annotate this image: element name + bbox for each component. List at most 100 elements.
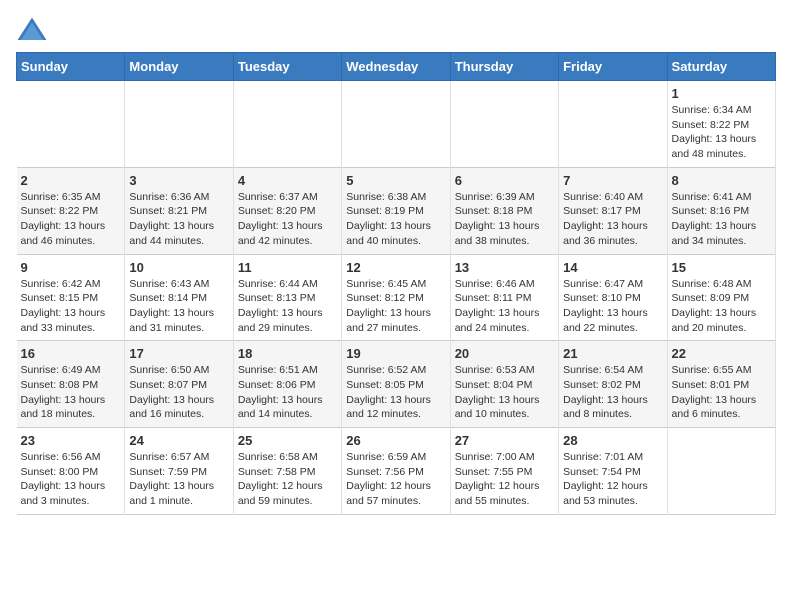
day-number: 18 bbox=[238, 346, 337, 361]
day-number: 2 bbox=[21, 173, 121, 188]
day-info: Sunrise: 6:39 AM Sunset: 8:18 PM Dayligh… bbox=[455, 190, 554, 249]
day-number: 8 bbox=[672, 173, 771, 188]
day-number: 4 bbox=[238, 173, 337, 188]
day-cell: 23 Sunrise: 6:56 AM Sunset: 8:00 PM Dayli… bbox=[17, 428, 125, 515]
day-cell: 3 Sunrise: 6:36 AM Sunset: 8:21 PM Daylig… bbox=[125, 167, 233, 254]
day-cell: 20 Sunrise: 6:53 AM Sunset: 8:04 PM Dayli… bbox=[450, 341, 558, 428]
day-cell: 10 Sunrise: 6:43 AM Sunset: 8:14 PM Dayli… bbox=[125, 254, 233, 341]
day-cell: 28Sunrise: 7:01 AM Sunset: 7:54 PM Dayli… bbox=[559, 428, 667, 515]
day-info: Sunrise: 6:59 AM Sunset: 7:56 PM Dayligh… bbox=[346, 450, 445, 509]
day-number: 11 bbox=[238, 260, 337, 275]
day-cell: 27 Sunrise: 7:00 AM Sunset: 7:55 PM Dayli… bbox=[450, 428, 558, 515]
day-cell: 18 Sunrise: 6:51 AM Sunset: 8:06 PM Dayli… bbox=[233, 341, 341, 428]
day-info: Sunrise: 6:54 AM Sunset: 8:02 PM Dayligh… bbox=[563, 363, 662, 422]
week-row-3: 16 Sunrise: 6:49 AM Sunset: 8:08 PM Dayli… bbox=[17, 341, 776, 428]
day-cell: 2 Sunrise: 6:35 AM Sunset: 8:22 PM Daylig… bbox=[17, 167, 125, 254]
day-info: Sunrise: 6:44 AM Sunset: 8:13 PM Dayligh… bbox=[238, 277, 337, 336]
day-info: Sunrise: 6:37 AM Sunset: 8:20 PM Dayligh… bbox=[238, 190, 337, 249]
day-cell: 1Sunrise: 6:34 AM Sunset: 8:22 PM Daylig… bbox=[667, 81, 775, 168]
day-number: 6 bbox=[455, 173, 554, 188]
day-info: Sunrise: 6:58 AM Sunset: 7:58 PM Dayligh… bbox=[238, 450, 337, 509]
day-cell: 8 Sunrise: 6:41 AM Sunset: 8:16 PM Daylig… bbox=[667, 167, 775, 254]
day-number: 23 bbox=[21, 433, 121, 448]
header-row: SundayMondayTuesdayWednesdayThursdayFrid… bbox=[17, 53, 776, 81]
week-row-0: 1Sunrise: 6:34 AM Sunset: 8:22 PM Daylig… bbox=[17, 81, 776, 168]
day-cell: 12 Sunrise: 6:45 AM Sunset: 8:12 PM Dayli… bbox=[342, 254, 450, 341]
day-info: Sunrise: 6:49 AM Sunset: 8:08 PM Dayligh… bbox=[21, 363, 121, 422]
header-friday: Friday bbox=[559, 53, 667, 81]
day-number: 24 bbox=[129, 433, 228, 448]
day-cell: 22 Sunrise: 6:55 AM Sunset: 8:01 PM Dayli… bbox=[667, 341, 775, 428]
logo bbox=[16, 16, 52, 44]
day-info: Sunrise: 7:00 AM Sunset: 7:55 PM Dayligh… bbox=[455, 450, 554, 509]
day-cell: 24 Sunrise: 6:57 AM Sunset: 7:59 PM Dayli… bbox=[125, 428, 233, 515]
day-cell: 13 Sunrise: 6:46 AM Sunset: 8:11 PM Dayli… bbox=[450, 254, 558, 341]
day-info: Sunrise: 6:56 AM Sunset: 8:00 PM Dayligh… bbox=[21, 450, 121, 509]
week-row-1: 2 Sunrise: 6:35 AM Sunset: 8:22 PM Daylig… bbox=[17, 167, 776, 254]
header-tuesday: Tuesday bbox=[233, 53, 341, 81]
day-cell: 4 Sunrise: 6:37 AM Sunset: 8:20 PM Daylig… bbox=[233, 167, 341, 254]
day-cell bbox=[450, 81, 558, 168]
day-number: 14 bbox=[563, 260, 662, 275]
day-number: 27 bbox=[455, 433, 554, 448]
day-number: 10 bbox=[129, 260, 228, 275]
day-number: 12 bbox=[346, 260, 445, 275]
day-number: 9 bbox=[21, 260, 121, 275]
day-cell bbox=[559, 81, 667, 168]
day-info: Sunrise: 6:55 AM Sunset: 8:01 PM Dayligh… bbox=[672, 363, 771, 422]
day-number: 16 bbox=[21, 346, 121, 361]
calendar-table: SundayMondayTuesdayWednesdayThursdayFrid… bbox=[16, 52, 776, 515]
day-info: Sunrise: 7:01 AM Sunset: 7:54 PM Dayligh… bbox=[563, 450, 662, 509]
day-info: Sunrise: 6:41 AM Sunset: 8:16 PM Dayligh… bbox=[672, 190, 771, 249]
day-info: Sunrise: 6:45 AM Sunset: 8:12 PM Dayligh… bbox=[346, 277, 445, 336]
day-number: 13 bbox=[455, 260, 554, 275]
header-monday: Monday bbox=[125, 53, 233, 81]
day-number: 22 bbox=[672, 346, 771, 361]
day-info: Sunrise: 6:35 AM Sunset: 8:22 PM Dayligh… bbox=[21, 190, 121, 249]
day-cell: 19 Sunrise: 6:52 AM Sunset: 8:05 PM Dayli… bbox=[342, 341, 450, 428]
day-info: Sunrise: 6:46 AM Sunset: 8:11 PM Dayligh… bbox=[455, 277, 554, 336]
calendar-body: 1Sunrise: 6:34 AM Sunset: 8:22 PM Daylig… bbox=[17, 81, 776, 515]
day-info: Sunrise: 6:53 AM Sunset: 8:04 PM Dayligh… bbox=[455, 363, 554, 422]
logo-icon bbox=[16, 16, 48, 44]
day-cell bbox=[17, 81, 125, 168]
day-cell bbox=[125, 81, 233, 168]
day-cell: 16 Sunrise: 6:49 AM Sunset: 8:08 PM Dayli… bbox=[17, 341, 125, 428]
day-info: Sunrise: 6:57 AM Sunset: 7:59 PM Dayligh… bbox=[129, 450, 228, 509]
week-row-4: 23 Sunrise: 6:56 AM Sunset: 8:00 PM Dayli… bbox=[17, 428, 776, 515]
calendar-header: SundayMondayTuesdayWednesdayThursdayFrid… bbox=[17, 53, 776, 81]
day-info: Sunrise: 6:38 AM Sunset: 8:19 PM Dayligh… bbox=[346, 190, 445, 249]
day-cell: 21 Sunrise: 6:54 AM Sunset: 8:02 PM Dayli… bbox=[559, 341, 667, 428]
day-cell: 14 Sunrise: 6:47 AM Sunset: 8:10 PM Dayli… bbox=[559, 254, 667, 341]
day-number: 7 bbox=[563, 173, 662, 188]
day-info: Sunrise: 6:36 AM Sunset: 8:21 PM Dayligh… bbox=[129, 190, 228, 249]
day-cell: 25Sunrise: 6:58 AM Sunset: 7:58 PM Dayli… bbox=[233, 428, 341, 515]
day-info: Sunrise: 6:51 AM Sunset: 8:06 PM Dayligh… bbox=[238, 363, 337, 422]
day-cell: 17 Sunrise: 6:50 AM Sunset: 8:07 PM Dayli… bbox=[125, 341, 233, 428]
day-info: Sunrise: 6:48 AM Sunset: 8:09 PM Dayligh… bbox=[672, 277, 771, 336]
day-info: Sunrise: 6:42 AM Sunset: 8:15 PM Dayligh… bbox=[21, 277, 121, 336]
day-number: 26 bbox=[346, 433, 445, 448]
header-thursday: Thursday bbox=[450, 53, 558, 81]
day-number: 17 bbox=[129, 346, 228, 361]
day-info: Sunrise: 6:43 AM Sunset: 8:14 PM Dayligh… bbox=[129, 277, 228, 336]
day-cell: 7 Sunrise: 6:40 AM Sunset: 8:17 PM Daylig… bbox=[559, 167, 667, 254]
header-sunday: Sunday bbox=[17, 53, 125, 81]
day-cell: 5Sunrise: 6:38 AM Sunset: 8:19 PM Daylig… bbox=[342, 167, 450, 254]
day-info: Sunrise: 6:47 AM Sunset: 8:10 PM Dayligh… bbox=[563, 277, 662, 336]
day-number: 3 bbox=[129, 173, 228, 188]
header-wednesday: Wednesday bbox=[342, 53, 450, 81]
day-number: 19 bbox=[346, 346, 445, 361]
day-info: Sunrise: 6:40 AM Sunset: 8:17 PM Dayligh… bbox=[563, 190, 662, 249]
day-cell: 26 Sunrise: 6:59 AM Sunset: 7:56 PM Dayli… bbox=[342, 428, 450, 515]
day-cell: 9 Sunrise: 6:42 AM Sunset: 8:15 PM Daylig… bbox=[17, 254, 125, 341]
day-number: 20 bbox=[455, 346, 554, 361]
day-number: 15 bbox=[672, 260, 771, 275]
page-header bbox=[16, 16, 776, 44]
week-row-2: 9 Sunrise: 6:42 AM Sunset: 8:15 PM Daylig… bbox=[17, 254, 776, 341]
day-info: Sunrise: 6:52 AM Sunset: 8:05 PM Dayligh… bbox=[346, 363, 445, 422]
day-cell: 6 Sunrise: 6:39 AM Sunset: 8:18 PM Daylig… bbox=[450, 167, 558, 254]
day-number: 21 bbox=[563, 346, 662, 361]
day-info: Sunrise: 6:50 AM Sunset: 8:07 PM Dayligh… bbox=[129, 363, 228, 422]
day-cell: 15 Sunrise: 6:48 AM Sunset: 8:09 PM Dayli… bbox=[667, 254, 775, 341]
